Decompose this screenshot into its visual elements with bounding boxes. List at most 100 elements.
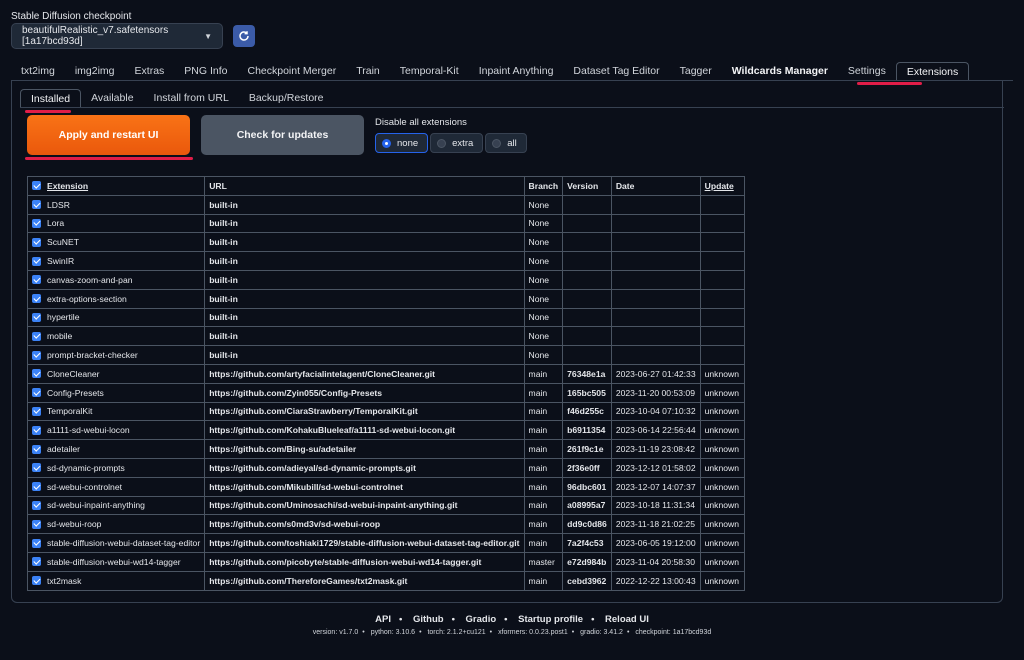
extension-name: sd-webui-inpaint-anything	[47, 500, 145, 511]
table-row: sd-webui-controlnet https://github.com/Mi…	[26, 476, 745, 497]
footer-separator: •	[451, 614, 455, 625]
apply-restart-button[interactable]: Apply and restart UI	[27, 115, 190, 155]
cell-url: https://github.com/ThereforeGames/txt2ma…	[204, 570, 525, 591]
tab-dataset-tag-editor[interactable]: Dataset Tag Editor	[563, 62, 669, 80]
enable-extension-checkbox[interactable]	[32, 331, 41, 341]
enable-extension-checkbox[interactable]	[32, 256, 41, 266]
cell-date: 2023-06-27 01:42:33	[610, 363, 701, 384]
cell-version	[562, 307, 612, 328]
radio-none[interactable]: none	[375, 133, 429, 153]
enable-extension-checkbox[interactable]	[32, 576, 41, 586]
enable-extension-checkbox[interactable]	[32, 519, 41, 529]
enable-extension-checkbox[interactable]	[32, 237, 41, 247]
extension-name: hypertile	[47, 312, 80, 323]
cell-url: https://github.com/CiaraStrawberry/Tempo…	[204, 401, 525, 422]
enable-extension-checkbox[interactable]	[32, 463, 41, 473]
tab-install-from-url[interactable]: Install from URL	[144, 89, 239, 107]
select-all-checkbox[interactable]	[32, 181, 41, 191]
enable-extension-checkbox[interactable]	[32, 294, 41, 304]
tab-checkpoint-merger[interactable]: Checkpoint Merger	[237, 62, 346, 80]
checkpoint-value: beautifulRealistic_v7.safetensors [1a17b…	[22, 25, 169, 47]
cell-branch: None	[523, 232, 564, 253]
refresh-button[interactable]	[233, 25, 255, 47]
cell-extension: sd-dynamic-prompts	[26, 457, 206, 478]
cell-url: built-in	[204, 251, 525, 271]
tab-inpaint-anything[interactable]: Inpaint Anything	[469, 62, 564, 80]
cell-date	[610, 307, 701, 328]
cell-update: unknown	[699, 514, 745, 535]
extension-name: sd-webui-controlnet	[47, 481, 122, 492]
tab-installed[interactable]: Installed	[20, 88, 82, 108]
table-row: TemporalKit https://github.com/CiaraStraw…	[26, 401, 745, 422]
footer-separator: •	[626, 629, 630, 636]
tab-backup-restore[interactable]: Backup/Restore	[239, 89, 334, 107]
tab-png-info[interactable]: PNG Info	[174, 62, 237, 80]
extension-name: sd-webui-roop	[47, 519, 102, 530]
check-updates-button[interactable]: Check for updates	[201, 115, 364, 155]
header-extension[interactable]: Extension	[26, 176, 206, 196]
cell-update: unknown	[699, 495, 745, 516]
table-row: mobile built-in None	[26, 326, 745, 347]
cell-date: 2023-10-18 11:31:34	[610, 495, 701, 516]
extension-sub-tabs: Installed Available Install from URL Bac…	[20, 88, 334, 108]
cell-url: https://github.com/toshiaki1729/stable-d…	[204, 533, 525, 553]
tab-wildcards-manager[interactable]: Wildcards Manager	[722, 62, 838, 80]
table-row: ScuNET built-in None	[26, 232, 745, 253]
enable-extension-checkbox[interactable]	[32, 275, 41, 285]
cell-version: 2f36e0ff	[562, 457, 612, 478]
tab-txt2img[interactable]: txt2img	[11, 62, 65, 80]
enable-extension-checkbox[interactable]	[32, 538, 41, 548]
enable-extension-checkbox[interactable]	[32, 557, 41, 567]
enable-extension-checkbox[interactable]	[32, 406, 41, 416]
cell-url: built-in	[204, 345, 525, 365]
cell-update: unknown	[699, 401, 745, 422]
enable-extension-checkbox[interactable]	[32, 350, 41, 360]
tab-img2img[interactable]: img2img	[65, 62, 125, 80]
tab-settings[interactable]: Settings	[838, 62, 896, 80]
footer-link-startup-profile[interactable]: Startup profile	[518, 614, 583, 625]
footer-link-github[interactable]: Github	[413, 614, 444, 625]
cell-branch: main	[523, 457, 564, 478]
extension-name: LDSR	[47, 199, 70, 210]
extension-name: ScuNET	[47, 237, 79, 248]
extension-name: sd-dynamic-prompts	[47, 462, 125, 473]
header-branch: Branch	[523, 176, 564, 196]
footer-link-api[interactable]: API	[375, 614, 391, 625]
enable-extension-checkbox[interactable]	[32, 444, 41, 454]
cell-date	[610, 345, 701, 365]
cell-update	[699, 251, 745, 271]
cell-url: built-in	[204, 232, 525, 253]
header-update[interactable]: Update	[699, 176, 745, 196]
cell-url: https://github.com/KohakuBlueleaf/a1111-…	[204, 420, 525, 441]
tab-train[interactable]: Train	[346, 62, 390, 80]
radio-all[interactable]: all	[485, 133, 527, 153]
enable-extension-checkbox[interactable]	[32, 200, 41, 210]
extension-name: canvas-zoom-and-pan	[47, 274, 133, 285]
enable-extension-checkbox[interactable]	[32, 500, 41, 510]
extension-name: Lora	[47, 218, 65, 229]
enable-extension-checkbox[interactable]	[32, 218, 41, 228]
cell-extension: stable-diffusion-webui-dataset-tag-edito…	[26, 533, 206, 553]
footer-link-gradio[interactable]: Gradio	[466, 614, 497, 625]
tab-extras[interactable]: Extras	[125, 62, 175, 80]
tab-temporal-kit[interactable]: Temporal-Kit	[390, 62, 469, 80]
enable-extension-checkbox[interactable]	[32, 369, 41, 379]
xformers-text: xformers: 0.0.23.post1	[498, 629, 568, 636]
tab-extensions[interactable]: Extensions	[895, 61, 970, 81]
footer-link-reload-ui[interactable]: Reload UI	[605, 614, 649, 625]
radio-unselected-icon	[492, 138, 502, 148]
radio-extra[interactable]: extra	[430, 133, 484, 153]
tab-tagger[interactable]: Tagger	[670, 62, 722, 80]
enable-extension-checkbox[interactable]	[32, 388, 41, 398]
table-row: stable-diffusion-webui-wd14-tagger https:…	[26, 551, 745, 572]
table-row: sd-webui-inpaint-anything https://github.…	[26, 495, 745, 516]
version-text: version: v1.7.0	[312, 629, 359, 636]
enable-extension-checkbox[interactable]	[32, 425, 41, 435]
enable-extension-checkbox[interactable]	[32, 312, 41, 322]
cell-date: 2023-12-12 01:58:02	[610, 457, 701, 478]
tab-available[interactable]: Available	[81, 89, 143, 107]
cell-update: unknown	[699, 439, 745, 459]
enable-extension-checkbox[interactable]	[32, 482, 41, 492]
cell-extension: ScuNET	[26, 232, 206, 253]
checkpoint-select[interactable]: beautifulRealistic_v7.safetensors [1a17b…	[11, 23, 223, 49]
